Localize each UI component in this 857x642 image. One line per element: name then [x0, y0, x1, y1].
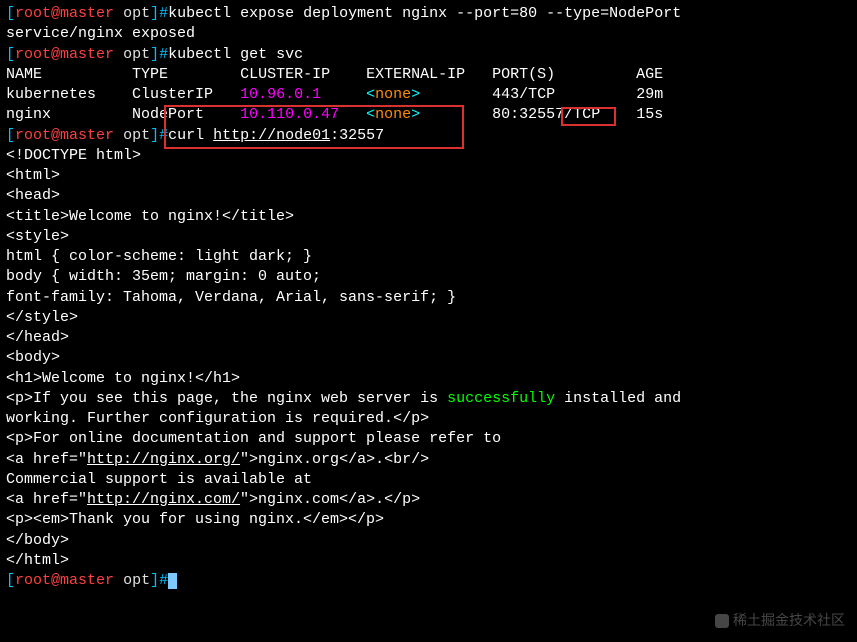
html-line: </html> — [6, 551, 851, 571]
command-expose: kubectl expose deployment nginx --port=8… — [168, 5, 681, 22]
svc-row-kubernetes: kubernetes ClusterIP 10.96.0.1 <none> 44… — [6, 85, 851, 105]
html-line-success: <p>If you see this page, the nginx web s… — [6, 389, 851, 409]
prompt-line-3: [root@master opt]#curl http://node01:325… — [6, 126, 851, 146]
html-line: <p><em>Thank you for using nginx.</em></… — [6, 510, 851, 530]
html-line: <title>Welcome to nginx!</title> — [6, 207, 851, 227]
html-line: <style> — [6, 227, 851, 247]
command-curl: curl — [168, 127, 213, 144]
prompt-line-1: [root@master opt]#kubectl expose deploym… — [6, 4, 851, 24]
html-line-link: <a href="http://nginx.org/">nginx.org</a… — [6, 450, 851, 470]
svc-header: NAME TYPE CLUSTER-IP EXTERNAL-IP PORT(S)… — [6, 65, 851, 85]
prompt-line-2: [root@master opt]#kubectl get svc — [6, 45, 851, 65]
html-line: <head> — [6, 186, 851, 206]
html-line: body { width: 35em; margin: 0 auto; — [6, 267, 851, 287]
cursor-icon — [168, 573, 177, 589]
command-get-svc: kubectl get svc — [168, 46, 303, 63]
html-line: Commercial support is available at — [6, 470, 851, 490]
html-line: <body> — [6, 348, 851, 368]
terminal-output: [root@master opt]# kubectl expose deploym… — [6, 4, 851, 591]
html-line: working. Further configuration is requir… — [6, 409, 851, 429]
html-line: font-family: Tahoma, Verdana, Arial, san… — [6, 288, 851, 308]
html-line: </head> — [6, 328, 851, 348]
html-line: <h1>Welcome to nginx!</h1> — [6, 369, 851, 389]
html-line: <p>For online documentation and support … — [6, 429, 851, 449]
html-line: <html> — [6, 166, 851, 186]
html-line: </body> — [6, 531, 851, 551]
html-line: </style> — [6, 308, 851, 328]
prompt-line-4[interactable]: [root@master opt]# — [6, 571, 851, 591]
svc-row-nginx: nginx NodePort 10.110.0.47 <none> 80:325… — [6, 105, 851, 125]
html-line-link: <a href="http://nginx.com/">nginx.com</a… — [6, 490, 851, 510]
html-line: html { color-scheme: light dark; } — [6, 247, 851, 267]
watermark: 稀土掘金技术社区 — [715, 611, 845, 630]
watermark-logo-icon — [715, 614, 729, 628]
html-line: <!DOCTYPE html> — [6, 146, 851, 166]
output-exposed: service/nginx exposed — [6, 24, 851, 44]
